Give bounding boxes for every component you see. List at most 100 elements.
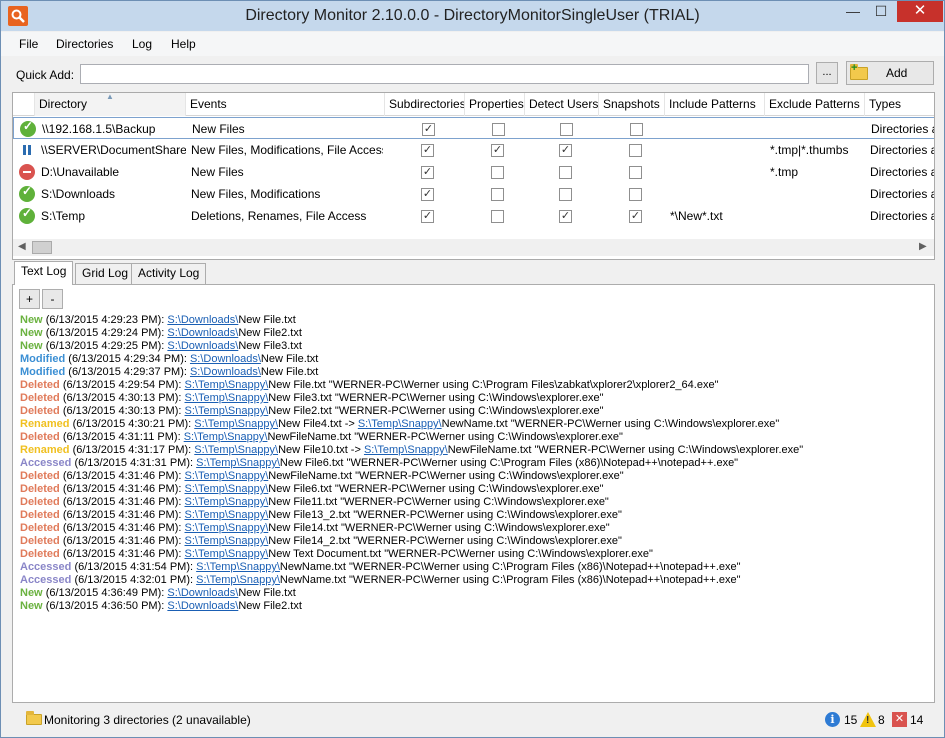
menu-file[interactable]: File [19, 37, 38, 51]
properties-checkbox[interactable]: ✓ [491, 144, 504, 157]
subdirectories-checkbox[interactable]: ✓ [421, 210, 434, 223]
log-path-link[interactable]: S:\Temp\Snappy\ [184, 431, 268, 443]
collapse-button[interactable]: - [42, 289, 63, 309]
column-exclude-patterns[interactable]: Exclude Patterns [765, 93, 865, 116]
directory-row[interactable]: \\SERVER\DocumentShare New Files, Modific… [13, 139, 934, 161]
text-log-panel[interactable]: + - New (6/13/2015 4:29:23 PM): S:\Downl… [12, 284, 935, 703]
log-path-link[interactable]: S:\Temp\Snappy\ [185, 405, 269, 417]
properties-checkbox[interactable] [491, 188, 504, 201]
menu-directories[interactable]: Directories [56, 37, 113, 51]
detect-users-checkbox[interactable] [559, 188, 572, 201]
directory-row[interactable]: D:\Unavailable New Files *.tmp Directories … [13, 161, 935, 183]
log-event-type: Deleted [20, 522, 60, 534]
maximize-button[interactable]: ☐ [867, 1, 895, 22]
log-path-link[interactable]: S:\Temp\Snappy\ [196, 574, 280, 586]
log-timestamp: (6/13/2015 4:31:31 PM): [74, 457, 197, 469]
log-path-link[interactable]: S:\Downloads\ [190, 353, 261, 365]
close-button[interactable]: ✕ [897, 1, 943, 22]
scroll-thumb[interactable] [32, 241, 52, 254]
properties-checkbox[interactable] [492, 123, 505, 136]
cell-events: New Files, Modifications [191, 187, 321, 201]
horizontal-scrollbar[interactable]: ◀ ▶ [13, 239, 934, 256]
log-timestamp: (6/13/2015 4:30:13 PM): [62, 392, 185, 404]
log-path-link[interactable]: S:\Temp\Snappy\ [358, 418, 442, 430]
subdirectories-checkbox[interactable]: ✓ [421, 166, 434, 179]
log-path-link[interactable]: S:\Temp\Snappy\ [185, 379, 269, 391]
subdirectories-checkbox[interactable]: ✓ [421, 188, 434, 201]
tab-grid-log[interactable]: Grid Log [75, 263, 136, 284]
directory-row[interactable]: S:\Temp Deletions, Renames, File Access *\… [13, 205, 934, 227]
snapshots-checkbox[interactable] [630, 123, 643, 136]
detect-users-checkbox[interactable] [559, 166, 572, 179]
log-detail: New File3.txt [238, 340, 302, 352]
expand-button[interactable]: + [19, 289, 40, 309]
log-path-link[interactable]: S:\Temp\Snappy\ [194, 418, 278, 430]
column-events[interactable]: Events [186, 93, 385, 116]
tab-activity-log[interactable]: Activity Log [131, 263, 207, 284]
column-directory[interactable]: ▲ Directory [35, 93, 186, 116]
log-path-link[interactable]: S:\Temp\Snappy\ [185, 392, 269, 404]
column-snapshots[interactable]: Snapshots [599, 93, 665, 116]
cell-include-patterns [670, 139, 765, 161]
tab-text-log[interactable]: Text Log [14, 261, 74, 285]
log-event-type: Deleted [20, 431, 60, 443]
warning-icon[interactable]: ! [860, 712, 876, 727]
log-entry: Accessed (6/13/2015 4:31:31 PM): S:\Temp… [20, 457, 930, 470]
log-path-link[interactable]: S:\Temp\Snappy\ [185, 496, 269, 508]
snapshots-checkbox[interactable] [629, 166, 642, 179]
log-entry: Deleted (6/13/2015 4:31:11 PM): S:\Temp\… [20, 431, 930, 444]
column-detect-users[interactable]: Detect Users [525, 93, 599, 116]
log-path-link[interactable]: S:\Temp\Snappy\ [185, 483, 269, 495]
error-icon[interactable]: ✕ [892, 712, 907, 727]
properties-checkbox[interactable] [491, 210, 504, 223]
info-icon[interactable]: i [825, 712, 840, 727]
log-path-link[interactable]: S:\Temp\Snappy\ [185, 522, 269, 534]
column-status[interactable] [13, 93, 35, 116]
log-event-type: New [20, 314, 43, 326]
detect-users-checkbox[interactable]: ✓ [559, 210, 572, 223]
column-include-patterns[interactable]: Include Patterns [665, 93, 765, 116]
subdirectories-checkbox[interactable]: ✓ [422, 123, 435, 136]
log-path-link[interactable]: S:\Downloads\ [167, 600, 238, 612]
title-bar[interactable]: Directory Monitor 2.10.0.0 - DirectoryMo… [1, 1, 944, 31]
log-entry: Deleted (6/13/2015 4:31:46 PM): S:\Temp\… [20, 535, 930, 548]
column-properties[interactable]: Properties [465, 93, 525, 116]
log-path-link[interactable]: S:\Downloads\ [167, 314, 238, 326]
log-path-link[interactable]: S:\Temp\Snappy\ [185, 509, 269, 521]
add-button[interactable]: + Add [846, 61, 934, 85]
column-types[interactable]: Types [865, 93, 934, 116]
minimize-button[interactable]: — [839, 1, 867, 22]
log-path-link[interactable]: S:\Downloads\ [190, 366, 261, 378]
log-path-link[interactable]: S:\Downloads\ [167, 340, 238, 352]
subdirectories-checkbox[interactable]: ✓ [421, 144, 434, 157]
log-event-type: Deleted [20, 379, 60, 391]
menu-log[interactable]: Log [132, 37, 152, 51]
log-path-link[interactable]: S:\Downloads\ [167, 327, 238, 339]
log-event-type: Deleted [20, 470, 60, 482]
detect-users-checkbox[interactable] [560, 123, 573, 136]
snapshots-checkbox[interactable] [629, 188, 642, 201]
properties-checkbox[interactable] [491, 166, 504, 179]
scroll-left-icon[interactable]: ◀ [18, 241, 26, 252]
log-path-link[interactable]: S:\Temp\Snappy\ [185, 535, 269, 547]
log-path-link[interactable]: S:\Temp\Snappy\ [196, 457, 280, 469]
log-timestamp: (6/13/2015 4:30:21 PM): [72, 418, 195, 430]
quick-add-input[interactable] [80, 64, 809, 84]
log-path-link[interactable]: S:\Temp\Snappy\ [196, 561, 280, 573]
scroll-right-icon[interactable]: ▶ [919, 241, 927, 252]
column-subdirectories[interactable]: Subdirectories [385, 93, 465, 116]
menu-help[interactable]: Help [171, 37, 196, 51]
log-path-link[interactable]: S:\Temp\Snappy\ [185, 548, 269, 560]
snapshots-checkbox[interactable]: ✓ [629, 210, 642, 223]
directory-row[interactable]: S:\Downloads New Files, Modifications Dire… [13, 183, 934, 205]
browse-button[interactable]: ... [816, 62, 838, 84]
column-directory-label: Directory [39, 97, 88, 111]
snapshots-checkbox[interactable] [629, 144, 642, 157]
log-path-link[interactable]: S:\Downloads\ [167, 587, 238, 599]
log-path-link[interactable]: S:\Temp\Snappy\ [185, 470, 269, 482]
directory-row[interactable]: \\192.168.1.5\Backup New Files Directories… [13, 117, 934, 139]
log-path-link[interactable]: S:\Temp\Snappy\ [194, 444, 278, 456]
detect-users-checkbox[interactable]: ✓ [559, 144, 572, 157]
log-path-link[interactable]: S:\Temp\Snappy\ [364, 444, 448, 456]
cell-types: Directories a [870, 165, 935, 179]
